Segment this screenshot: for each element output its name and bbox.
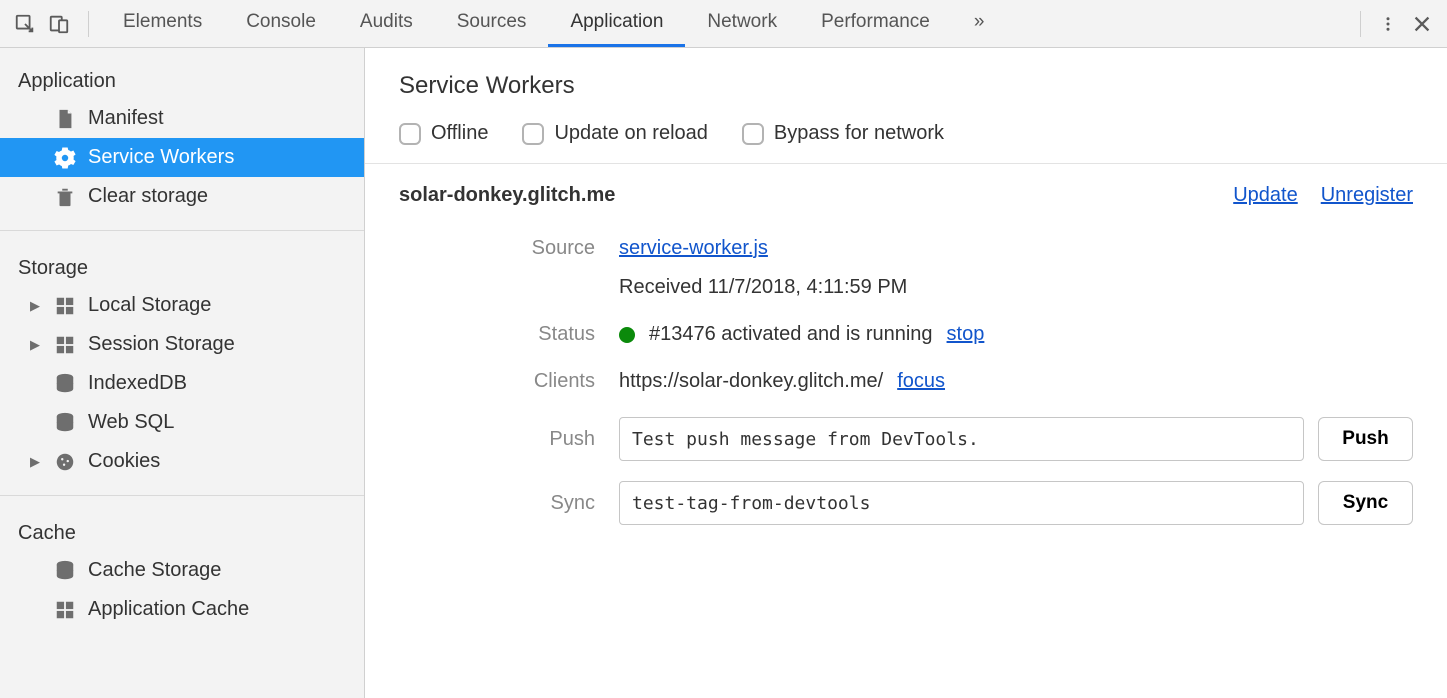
- tab-elements[interactable]: Elements: [101, 0, 224, 47]
- grid-icon: [54, 295, 76, 317]
- database-icon: [54, 373, 76, 395]
- divider: [1360, 11, 1361, 37]
- sidebar-item-cache-storage[interactable]: ▶ Cache Storage: [0, 551, 364, 590]
- tab-console[interactable]: Console: [224, 0, 338, 47]
- trash-icon: [54, 186, 76, 208]
- tab-network[interactable]: Network: [685, 0, 799, 47]
- sidebar-item-label: Service Workers: [88, 146, 234, 169]
- sidebar-item-label: Local Storage: [88, 294, 211, 317]
- push-button[interactable]: Push: [1318, 417, 1413, 461]
- tab-sources[interactable]: Sources: [435, 0, 549, 47]
- devtools-tabbar: Elements Console Audits Sources Applicat…: [0, 0, 1447, 48]
- section-cache: Cache: [0, 510, 364, 551]
- section-application: Application: [0, 58, 364, 99]
- field-label: Sync: [399, 492, 619, 515]
- update-on-reload-checkbox[interactable]: Update on reload: [522, 122, 707, 145]
- checkbox-label: Update on reload: [554, 122, 707, 145]
- client-url: https://solar-donkey.glitch.me/: [619, 370, 883, 393]
- sidebar-item-label: Cookies: [88, 450, 160, 473]
- sidebar-item-session-storage[interactable]: ▶ Session Storage: [0, 325, 364, 364]
- chevron-right-icon[interactable]: ▶: [30, 454, 42, 470]
- tab-performance[interactable]: Performance: [799, 0, 952, 47]
- panel-title: Service Workers: [399, 72, 1413, 100]
- sidebar-item-application-cache[interactable]: ▶ Application Cache: [0, 590, 364, 629]
- gear-icon: [54, 147, 76, 169]
- sidebar-item-label: Cache Storage: [88, 559, 221, 582]
- update-link[interactable]: Update: [1233, 184, 1298, 206]
- tabs: Elements Console Audits Sources Applicat…: [101, 0, 1350, 47]
- sidebar-item-label: Application Cache: [88, 598, 249, 621]
- divider: [0, 230, 364, 231]
- application-sidebar: Application ▶ Manifest ▶ Service Workers…: [0, 48, 365, 698]
- push-row: Push Push: [399, 417, 1413, 461]
- sidebar-item-label: Clear storage: [88, 185, 208, 208]
- received-text: Received 11/7/2018, 4:11:59 PM: [619, 276, 907, 299]
- offline-checkbox[interactable]: Offline: [399, 122, 488, 145]
- sw-options: Offline Update on reload Bypass for netw…: [399, 122, 1413, 163]
- kebab-menu-icon[interactable]: [1371, 7, 1405, 41]
- sync-button[interactable]: Sync: [1318, 481, 1413, 525]
- field-label: Status: [399, 323, 619, 346]
- divider: [88, 11, 89, 37]
- field-label: Push: [399, 428, 619, 451]
- sidebar-item-label: Session Storage: [88, 333, 235, 356]
- grid-icon: [54, 599, 76, 621]
- checkbox-icon: [399, 123, 421, 145]
- cookie-icon: [54, 451, 76, 473]
- sidebar-item-clear-storage[interactable]: ▶ Clear storage: [0, 177, 364, 216]
- source-link[interactable]: service-worker.js: [619, 237, 768, 260]
- chevron-right-icon[interactable]: ▶: [30, 337, 42, 353]
- sidebar-item-websql[interactable]: ▶ Web SQL: [0, 403, 364, 442]
- focus-link[interactable]: focus: [897, 370, 945, 393]
- chevron-right-icon[interactable]: ▶: [30, 298, 42, 314]
- sync-row: Sync Sync: [399, 481, 1413, 525]
- bypass-for-network-checkbox[interactable]: Bypass for network: [742, 122, 944, 145]
- section-storage: Storage: [0, 245, 364, 286]
- status-indicator-icon: [619, 327, 635, 343]
- tab-audits[interactable]: Audits: [338, 0, 435, 47]
- tab-overflow[interactable]: »: [952, 0, 1007, 47]
- status-text: #13476 activated and is running: [649, 323, 933, 346]
- tab-application[interactable]: Application: [548, 0, 685, 47]
- checkbox-icon: [742, 123, 764, 145]
- sw-origin-row: solar-donkey.glitch.me Update Unregister: [399, 184, 1413, 207]
- sw-origin: solar-donkey.glitch.me: [399, 184, 615, 207]
- field-label: Clients: [399, 370, 619, 393]
- sidebar-item-label: IndexedDB: [88, 372, 187, 395]
- checkbox-icon: [522, 123, 544, 145]
- field-label: Source: [399, 237, 619, 260]
- file-icon: [54, 108, 76, 130]
- sidebar-item-local-storage[interactable]: ▶ Local Storage: [0, 286, 364, 325]
- checkbox-label: Offline: [431, 122, 488, 145]
- sidebar-item-label: Manifest: [88, 107, 164, 130]
- service-workers-panel: Service Workers Offline Update on reload…: [365, 48, 1447, 698]
- close-icon[interactable]: [1405, 7, 1439, 41]
- device-toolbar-icon[interactable]: [42, 7, 76, 41]
- divider: [0, 495, 364, 496]
- sidebar-item-manifest[interactable]: ▶ Manifest: [0, 99, 364, 138]
- grid-icon: [54, 334, 76, 356]
- inspect-element-icon[interactable]: [8, 7, 42, 41]
- divider: [365, 163, 1447, 164]
- sidebar-item-label: Web SQL: [88, 411, 174, 434]
- sidebar-item-indexeddb[interactable]: ▶ IndexedDB: [0, 364, 364, 403]
- sync-input[interactable]: [619, 481, 1304, 525]
- clients-row: Clients https://solar-donkey.glitch.me/ …: [399, 370, 1413, 393]
- source-row: Source service-worker.js Received 11/7/2…: [399, 237, 1413, 299]
- status-row: Status #13476 activated and is running s…: [399, 323, 1413, 346]
- sidebar-item-service-workers[interactable]: ▶ Service Workers: [0, 138, 364, 177]
- checkbox-label: Bypass for network: [774, 122, 944, 145]
- sidebar-item-cookies[interactable]: ▶ Cookies: [0, 442, 364, 481]
- database-icon: [54, 412, 76, 434]
- database-icon: [54, 560, 76, 582]
- push-input[interactable]: [619, 417, 1304, 461]
- stop-link[interactable]: stop: [947, 323, 985, 346]
- unregister-link[interactable]: Unregister: [1321, 184, 1413, 206]
